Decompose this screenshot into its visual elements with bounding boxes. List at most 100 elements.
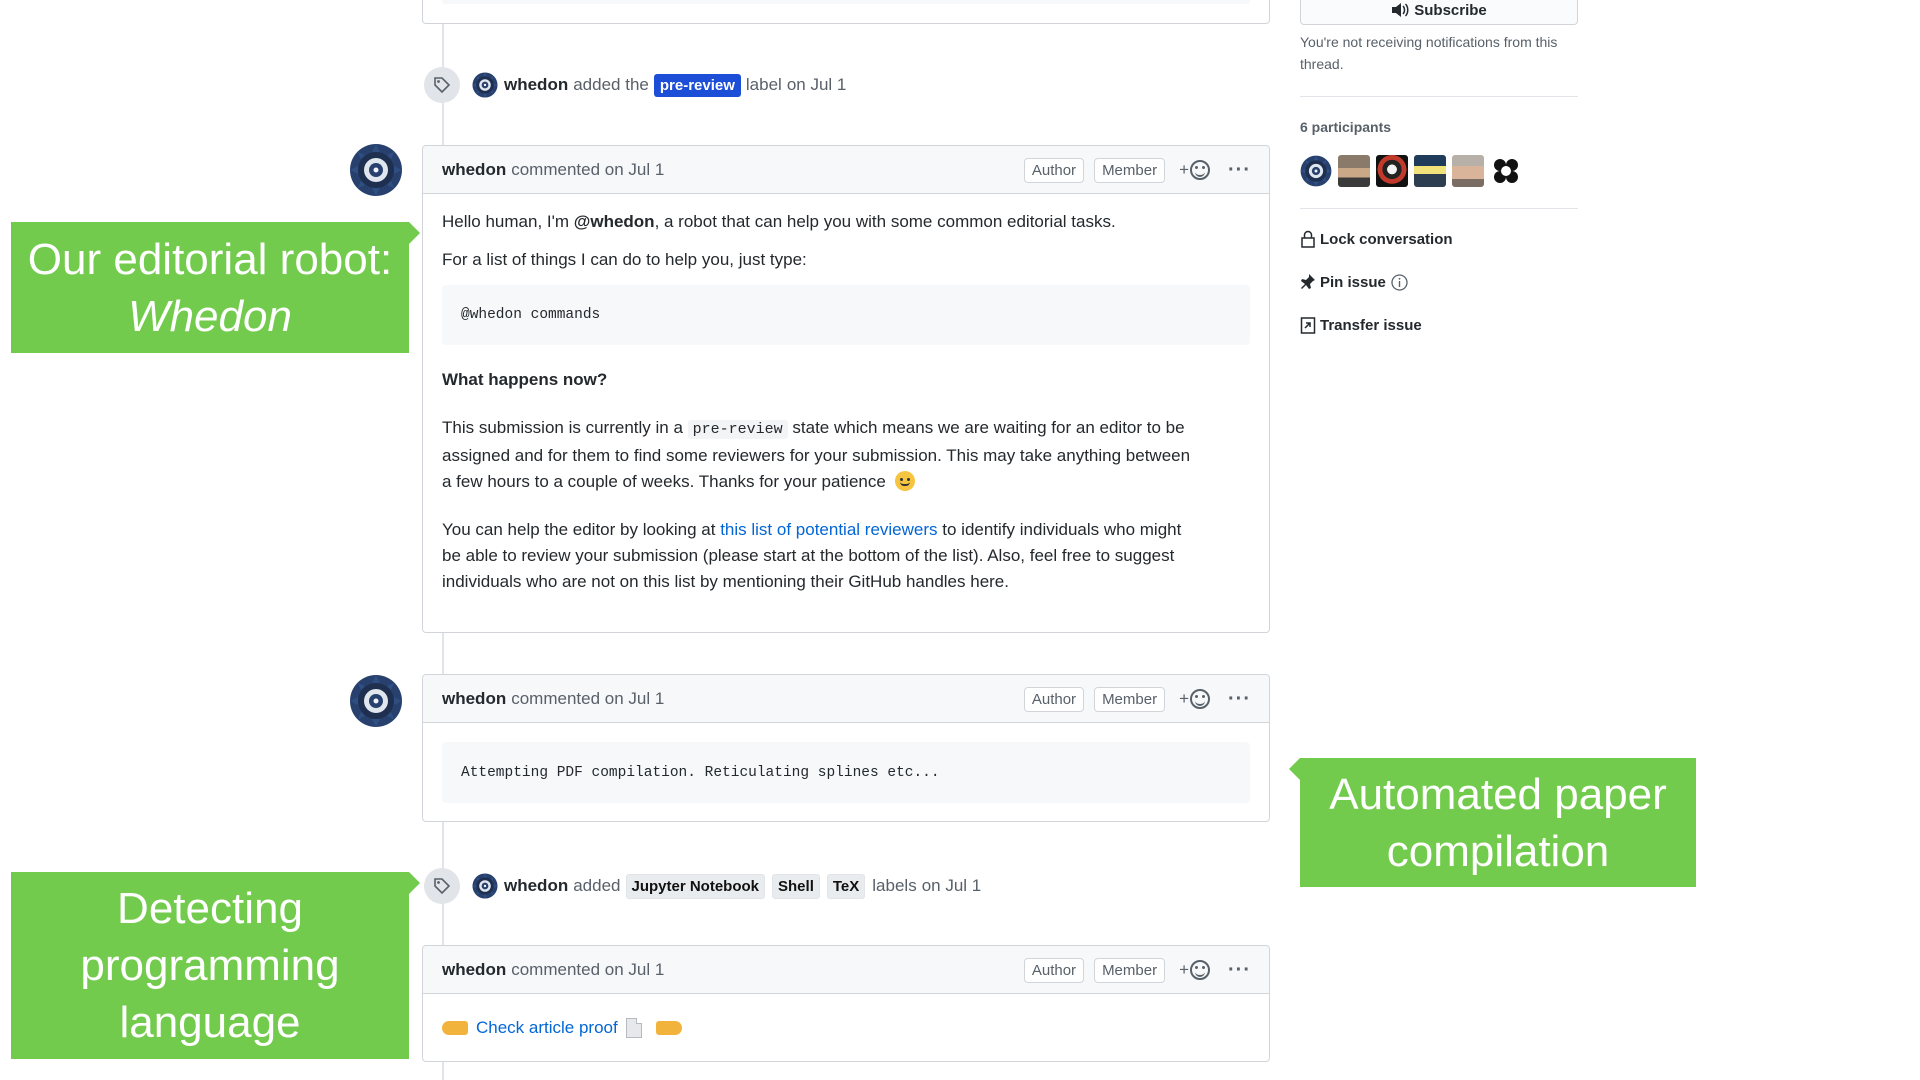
comment-header: whedon commented on Jul 1 Author Member … — [423, 146, 1269, 194]
participant-avatar[interactable] — [1376, 155, 1408, 187]
callout-editorial-robot: Our editorial robot: Whedon — [11, 222, 409, 353]
comment-action: commented — [511, 688, 601, 708]
comment-date[interactable]: on Jul 1 — [605, 960, 665, 980]
smiley-icon — [1190, 160, 1211, 180]
label-shell[interactable]: Shell — [772, 873, 820, 899]
para2-line2: be able to review your submission (pleas… — [442, 546, 1175, 565]
more-options-button[interactable]: ··· — [1228, 959, 1251, 982]
speaker-icon — [1392, 3, 1409, 17]
add-reaction-button[interactable]: + — [1179, 689, 1211, 709]
participant-avatar[interactable] — [1338, 155, 1370, 187]
author-badge: Author — [1023, 957, 1085, 983]
event-text-after: label — [745, 75, 782, 94]
label-pre-review[interactable]: pre-review — [653, 73, 741, 97]
state-paragraph: This submission is currently in a pre-re… — [442, 415, 1250, 495]
participants-list — [1300, 155, 1528, 187]
participant-avatar[interactable] — [1414, 155, 1446, 187]
plus-text: + — [1179, 689, 1190, 708]
info-icon[interactable] — [1391, 273, 1408, 291]
tag-icon — [424, 868, 460, 904]
participant-avatar[interactable] — [1490, 155, 1522, 187]
callout-text: Automated paper — [1329, 769, 1667, 819]
comment-body: Check article proof — [423, 994, 1269, 1041]
pin-label: Pin issue — [1320, 273, 1386, 291]
transfer-issue-button[interactable]: Transfer issue — [1300, 316, 1422, 334]
participants-title: 6 participants — [1300, 119, 1392, 135]
whedon-mini-avatar[interactable] — [472, 873, 498, 899]
pin-issue-button[interactable]: Pin issue — [1300, 273, 1408, 291]
transfer-label: Transfer issue — [1320, 316, 1422, 334]
lock-icon — [1301, 230, 1315, 248]
para2-line3: individuals who are not on this list by … — [442, 572, 1009, 591]
author-badge: Author — [1023, 157, 1085, 183]
participant-avatar[interactable] — [1300, 155, 1332, 187]
event-date[interactable]: on Jul 1 — [787, 75, 847, 95]
comment-action: commented — [511, 959, 601, 979]
code-block: Attempting PDF compilation. Reticulating… — [442, 742, 1250, 803]
smiley-cat-icon — [894, 471, 915, 491]
comment-header: whedon commented on Jul 1 Author Member … — [423, 946, 1269, 994]
comment-author[interactable]: whedon — [442, 160, 506, 180]
callout-text: Our editorial robot: — [27, 234, 393, 284]
callout-paper-compilation: Automated paper compilation — [1300, 758, 1696, 887]
divider — [1300, 96, 1578, 97]
more-options-button[interactable]: ··· — [1228, 159, 1251, 182]
event-text: added — [573, 876, 621, 895]
whedon-avatar[interactable] — [349, 674, 403, 728]
comment-card: whedon commented on Jul 1 Author Member … — [422, 674, 1270, 822]
member-badge: Member — [1094, 157, 1166, 183]
check-article-proof-link[interactable]: Check article proof — [476, 1015, 618, 1041]
label-event: whedon added the pre-review label on Jul… — [424, 67, 851, 103]
section-heading: What happens now? — [442, 370, 608, 389]
potential-reviewers-link[interactable]: this list of potential reviewers — [720, 520, 937, 539]
smiley-icon — [1190, 689, 1211, 709]
comment-author[interactable]: whedon — [442, 960, 506, 980]
greeting-prefix: Hello human, I'm — [442, 212, 570, 231]
labels-event: whedon added Jupyter Notebook Shell TeX … — [424, 868, 986, 904]
para1-prefix: This submission is currently in a — [442, 418, 683, 437]
tag-icon — [424, 67, 460, 103]
lock-conversation-button[interactable]: Lock conversation — [1300, 230, 1453, 248]
para1-line3: a few hours to a couple of weeks. Thanks… — [442, 472, 886, 491]
label-jupyter-notebook[interactable]: Jupyter Notebook — [625, 873, 766, 899]
whedon-mini-avatar[interactable] — [472, 72, 498, 98]
comment-date[interactable]: on Jul 1 — [605, 689, 665, 709]
add-reaction-button[interactable]: + — [1179, 160, 1211, 180]
callout-text: programming — [80, 941, 340, 990]
event-actor[interactable]: whedon — [504, 876, 568, 896]
whedon-avatar[interactable] — [349, 143, 403, 197]
more-options-button[interactable]: ··· — [1228, 688, 1251, 711]
plus-text: + — [1179, 960, 1190, 979]
notification-text: You're not receiving notifications from … — [1300, 34, 1558, 72]
comment-date[interactable]: on Jul 1 — [605, 160, 665, 180]
participant-avatar[interactable] — [1452, 155, 1484, 187]
inline-code: pre-review — [687, 420, 788, 439]
callout-pointer — [409, 872, 420, 894]
help-editor-paragraph: You can help the editor by looking at th… — [442, 517, 1250, 595]
event-date[interactable]: on Jul 1 — [922, 876, 982, 896]
whedon-mention[interactable]: @whedon — [574, 212, 655, 231]
label-tex[interactable]: TeX — [826, 873, 866, 899]
smiley-icon — [1190, 960, 1211, 980]
event-text: added the — [573, 75, 649, 94]
callout-pointer — [1289, 758, 1300, 780]
comment-author[interactable]: whedon — [442, 689, 506, 709]
comment-header: whedon commented on Jul 1 Author Member … — [423, 675, 1269, 723]
para2-prefix: You can help the editor by looking at — [442, 520, 716, 539]
greeting-line: Hello human, I'm @whedon, a robot that c… — [442, 209, 1250, 235]
author-badge: Author — [1023, 686, 1085, 712]
callout-text: compilation — [1386, 826, 1610, 876]
callout-text: language — [119, 998, 301, 1047]
comment-card: whedon commented on Jul 1 Author Member … — [422, 145, 1270, 633]
event-actor[interactable]: whedon — [504, 75, 568, 95]
lock-label: Lock conversation — [1320, 230, 1453, 248]
plus-text: + — [1179, 160, 1190, 179]
add-reaction-button[interactable]: + — [1179, 960, 1211, 980]
transfer-icon — [1300, 317, 1316, 334]
pointing-left-icon — [655, 1021, 682, 1035]
para1-line2: assigned and for them to find some revie… — [442, 446, 1191, 465]
greeting-suffix: , a robot that can help you with some co… — [654, 212, 1116, 231]
previous-comment-card — [422, 0, 1270, 24]
comment-body: Attempting PDF compilation. Reticulating… — [423, 723, 1269, 803]
subscribe-button[interactable]: Subscribe — [1300, 0, 1578, 25]
